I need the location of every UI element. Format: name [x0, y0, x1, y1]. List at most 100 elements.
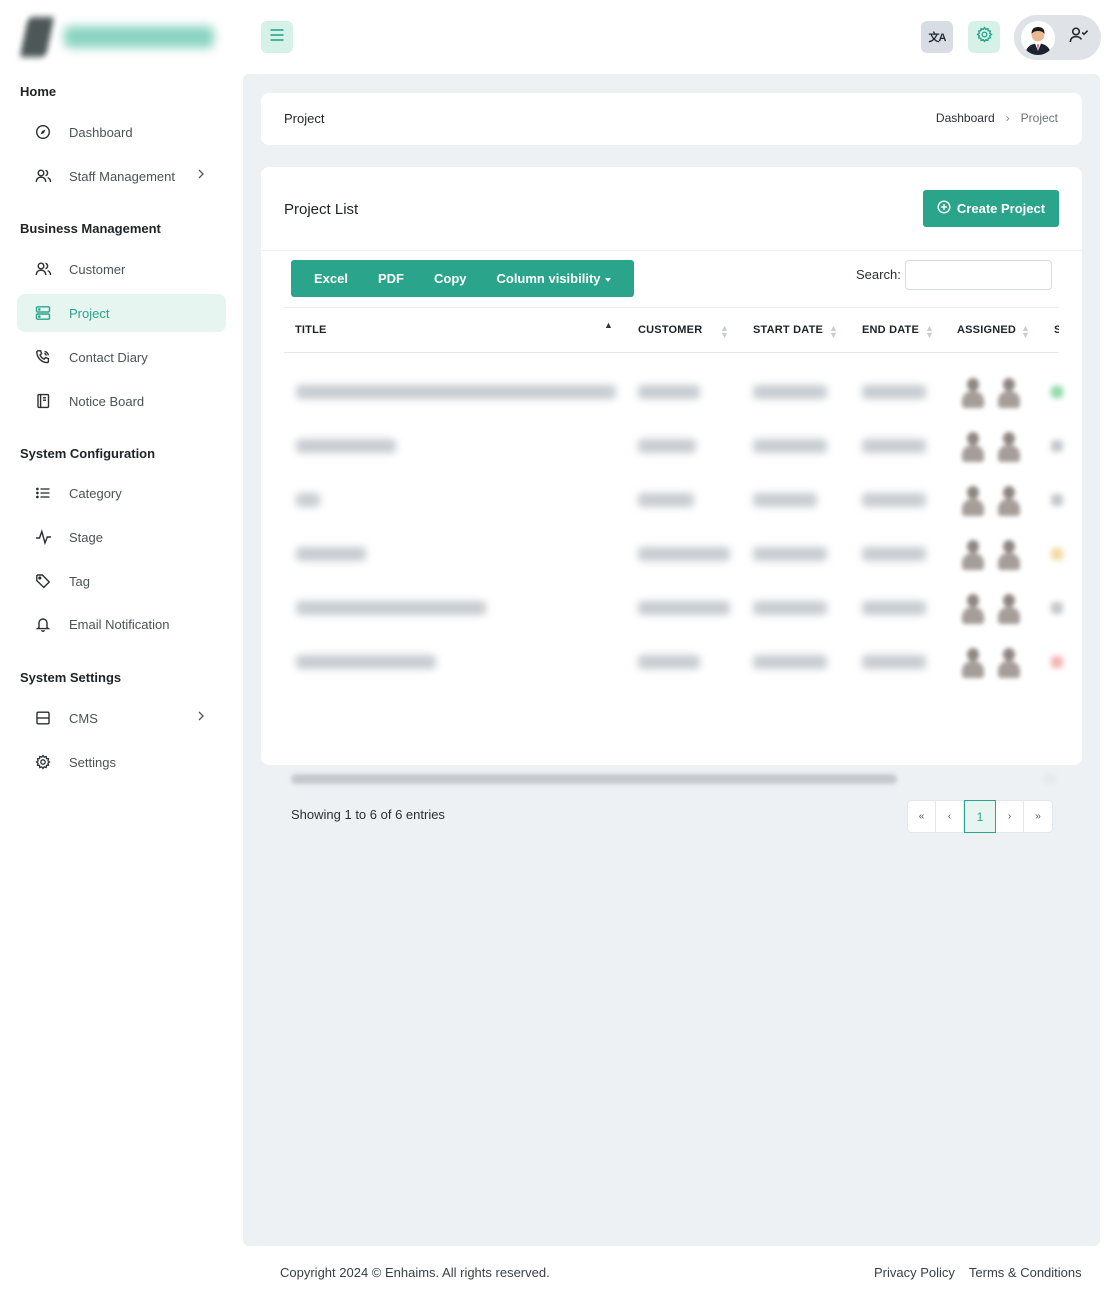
- app-logo[interactable]: [19, 14, 220, 60]
- assignee-avatar: [996, 646, 1022, 678]
- assignee-avatar: [996, 484, 1022, 516]
- sidebar-item-label: Contact Diary: [69, 349, 148, 365]
- nav-heading-system-settings: System Settings: [20, 670, 122, 685]
- sidebar-item-notice-board[interactable]: Notice Board: [17, 382, 226, 420]
- column-header-customer[interactable]: CUSTOMER: [638, 324, 702, 336]
- plus-circle-icon: [937, 200, 951, 217]
- nav-heading-business-management: Business Management: [20, 221, 161, 236]
- book-icon: [34, 392, 52, 410]
- page-1-button[interactable]: 1: [964, 800, 996, 833]
- card-title: Project List: [284, 201, 359, 218]
- table-row[interactable]: [284, 419, 1084, 473]
- list-icon: [34, 484, 52, 502]
- column-header-title[interactable]: TITLE: [295, 324, 327, 336]
- redacted-start-date: [753, 601, 827, 615]
- redacted-end-date: [862, 439, 926, 453]
- first-page-button[interactable]: «: [908, 801, 936, 832]
- column-header-end-date[interactable]: END DATE: [862, 324, 919, 336]
- logo-mark: [19, 17, 55, 57]
- tag-icon: [34, 572, 52, 590]
- assignee-avatar: [996, 592, 1022, 624]
- column-header-assigned[interactable]: ASSIGNED: [957, 324, 1016, 336]
- breadcrumb: Dashboard › Project: [936, 111, 1058, 125]
- pdf-button[interactable]: PDF: [371, 271, 411, 286]
- column-visibility-button[interactable]: Column visibility: [489, 271, 617, 286]
- table-row[interactable]: [284, 473, 1084, 527]
- assignee-avatar: [996, 538, 1022, 570]
- sidebar-item-category[interactable]: Category: [17, 474, 226, 512]
- table-row[interactable]: [284, 527, 1084, 581]
- table-header: TITLE ▲ CUSTOMER ▲ ▼ START DATE ▲ ▼ END DA…: [284, 307, 1059, 353]
- sidebar-item-tag[interactable]: Tag: [17, 562, 226, 600]
- sidebar-item-label: Dashboard: [69, 124, 133, 140]
- column-header-start-date[interactable]: START DATE: [753, 324, 823, 336]
- table-row[interactable]: [284, 365, 1084, 419]
- sidebar-item-customer[interactable]: Customer: [17, 250, 226, 288]
- redacted-end-date: [862, 601, 926, 615]
- table-row[interactable]: [284, 635, 1084, 689]
- menu-toggle-button[interactable]: [261, 21, 293, 53]
- activity-icon: [34, 528, 52, 546]
- column-header-status[interactable]: S: [1054, 324, 1059, 336]
- sidebar-item-staff-management[interactable]: Staff Management: [17, 157, 226, 195]
- status-badge: [1051, 656, 1063, 668]
- breadcrumb-current: Project: [1020, 111, 1058, 125]
- sidebar-item-dashboard[interactable]: Dashboard: [17, 113, 226, 151]
- sidebar-item-email-notification[interactable]: Email Notification: [17, 605, 226, 643]
- privacy-policy-link[interactable]: Privacy Policy: [874, 1265, 955, 1280]
- breadcrumb-link-dashboard[interactable]: Dashboard: [936, 111, 995, 125]
- terms-conditions-link[interactable]: Terms & Conditions: [969, 1265, 1082, 1280]
- breadcrumb-card: Project Dashboard › Project: [261, 93, 1082, 145]
- redacted-customer: [638, 385, 700, 399]
- hamburger-icon: [269, 28, 285, 47]
- sidebar-item-cms[interactable]: CMS: [17, 699, 226, 737]
- redacted-title: [296, 601, 486, 615]
- sidebar-item-stage[interactable]: Stage: [17, 518, 226, 556]
- avatar: [1021, 20, 1055, 55]
- last-page-button[interactable]: »: [1024, 801, 1052, 832]
- layout-icon: [34, 709, 52, 727]
- sidebar-item-label: Customer: [69, 261, 126, 277]
- redacted-customer: [638, 601, 730, 615]
- sort-ascending-icon: ▲: [604, 320, 613, 330]
- gear-icon: [975, 26, 993, 48]
- page-title: Project: [284, 111, 325, 126]
- status-badge: [1051, 386, 1063, 398]
- scrollbar-thumb[interactable]: [291, 774, 897, 784]
- divider: [261, 250, 1082, 251]
- redacted-start-date: [753, 439, 827, 453]
- redacted-end-date: [862, 385, 926, 399]
- sort-icon: ▲ ▼: [925, 323, 934, 340]
- redacted-title: [296, 439, 396, 453]
- caret-down-icon: [604, 277, 611, 282]
- assignee-avatar: [960, 646, 986, 678]
- redacted-customer: [638, 547, 730, 561]
- excel-button[interactable]: Excel: [307, 271, 355, 286]
- user-menu[interactable]: [1014, 15, 1101, 60]
- export-button-group: Excel PDF Copy Column visibility: [291, 260, 634, 297]
- language-button[interactable]: 文A: [921, 21, 953, 53]
- theme-settings-button[interactable]: [968, 21, 1000, 53]
- assignee-avatar: [960, 376, 986, 408]
- sidebar-item-project[interactable]: Project: [17, 294, 226, 332]
- users-icon: [34, 260, 52, 278]
- sidebar-item-contact-diary[interactable]: Contact Diary: [17, 338, 226, 376]
- previous-page-button[interactable]: ‹: [936, 801, 964, 832]
- sidebar-item-settings[interactable]: Settings: [17, 743, 226, 781]
- gear-icon: [34, 753, 52, 771]
- create-project-button[interactable]: Create Project: [923, 190, 1059, 227]
- pagination: « ‹ 1 › »: [907, 800, 1053, 833]
- table-row[interactable]: [284, 581, 1084, 635]
- sort-icon: ▲ ▼: [720, 323, 729, 340]
- copy-button[interactable]: Copy: [427, 271, 474, 286]
- compass-icon: [34, 123, 52, 141]
- assignee-avatar: [960, 484, 986, 516]
- search-input[interactable]: [905, 260, 1052, 290]
- nav-heading-system-configuration: System Configuration: [20, 446, 156, 461]
- status-badge: [1051, 602, 1063, 614]
- bell-icon: [34, 615, 52, 633]
- breadcrumb-separator: ›: [1005, 111, 1010, 125]
- sidebar-item-label: Notice Board: [69, 393, 145, 409]
- next-page-button[interactable]: ›: [996, 801, 1024, 832]
- column-visibility-label: Column visibility: [496, 271, 601, 286]
